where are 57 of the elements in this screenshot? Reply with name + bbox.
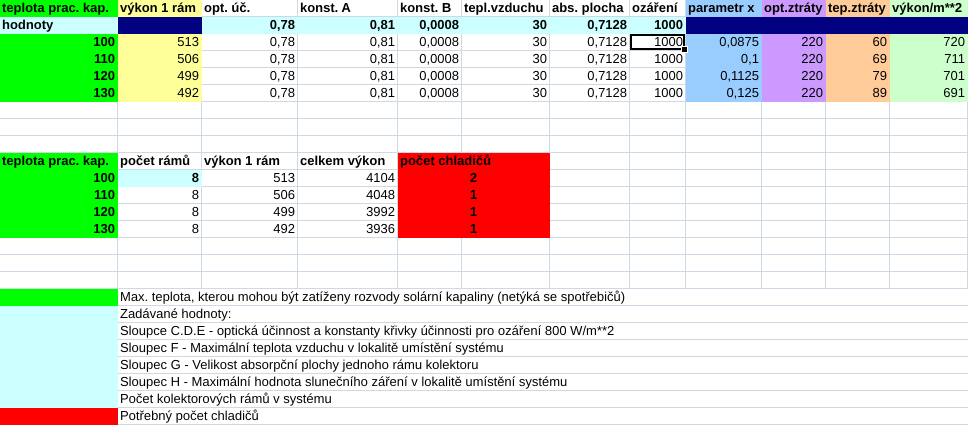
table-cell: 79	[826, 68, 890, 85]
input-cell: 1000	[630, 17, 686, 34]
input-cell: 0,81	[298, 17, 398, 34]
table-cell: 1000	[630, 34, 686, 51]
table-cell: 130	[0, 221, 118, 238]
table-cell: 0,0875	[686, 34, 762, 51]
column-header: teplota prac. kap.	[0, 153, 118, 170]
table-cell: 1	[398, 204, 550, 221]
table-cell: 220	[762, 51, 826, 68]
table-cell: 0,1125	[686, 68, 762, 85]
table-cell: 711	[890, 51, 968, 68]
table-cell: 8	[118, 170, 202, 187]
column-header: parametr x	[686, 0, 762, 17]
input-cell: 0,78	[202, 17, 298, 34]
table-cell: 1	[398, 187, 550, 204]
table-cell: 100	[0, 34, 118, 51]
legend-text: Sloupec H - Maximální hodnota slunečního záření v lokalitě umístění systému	[118, 374, 968, 390]
legend-text: Max. teplota, kterou mohou být zatíženy rozvody solární kapaliny (netýká se spotřebičů)	[118, 289, 968, 305]
table-cell: 701	[890, 68, 968, 85]
input-cell: 0,7128	[550, 17, 630, 34]
table-cell: 492	[118, 85, 202, 102]
table-cell: 69	[826, 51, 890, 68]
table-cell: 100	[0, 170, 118, 187]
table-cell: 220	[762, 34, 826, 51]
table-cell: 506	[118, 51, 202, 68]
legend-text: Počet kolektorových rámů v systému	[118, 391, 968, 407]
table-cell: 89	[826, 85, 890, 102]
table-cell: 2	[398, 170, 550, 187]
table-cell: 120	[0, 68, 118, 85]
legend-text: Zadávané hodnoty:	[118, 306, 968, 322]
column-header: teplota prac. kap.	[0, 0, 118, 17]
table-cell: 60	[826, 34, 890, 51]
table-cell: 130	[0, 85, 118, 102]
table-cell: 720	[890, 34, 968, 51]
legend-text: Potřebný počet chladičů	[118, 408, 968, 424]
table-cell: 120	[0, 204, 118, 221]
column-header: výkon/m**2	[890, 0, 968, 17]
legend-text: Sloupce C.D.E - optická účinnost a konstanty křivky účinnosti pro ozáření 800 W/m**2	[118, 323, 968, 339]
input-cell: hodnoty	[0, 17, 118, 34]
column-header: tep.ztráty	[826, 0, 890, 17]
table-cell: 513	[118, 34, 202, 51]
table-cell: 0,125	[686, 85, 762, 102]
column-header: počet chladičů	[398, 153, 550, 170]
table-cell: 220	[762, 85, 826, 102]
table-cell: 110	[0, 187, 118, 204]
table-cell: 499	[118, 68, 202, 85]
input-cell: 30	[462, 17, 550, 34]
table-cell: 691	[890, 85, 968, 102]
legend-text: Sloupec F - Maximální teplota vzduchu v lokalitě umístění systému	[118, 340, 968, 356]
input-cell: 0,0008	[398, 17, 462, 34]
table-cell: 220	[762, 68, 826, 85]
table-cell: 0,1	[686, 51, 762, 68]
table-cell: 110	[0, 51, 118, 68]
legend-text: Sloupec G - Velikost absorpční plochy jednoho rámu kolektoru	[118, 357, 968, 373]
column-header: opt.ztráty	[762, 0, 826, 17]
table-cell: 1	[398, 221, 550, 238]
column-header: výkon 1 rám	[118, 0, 202, 17]
